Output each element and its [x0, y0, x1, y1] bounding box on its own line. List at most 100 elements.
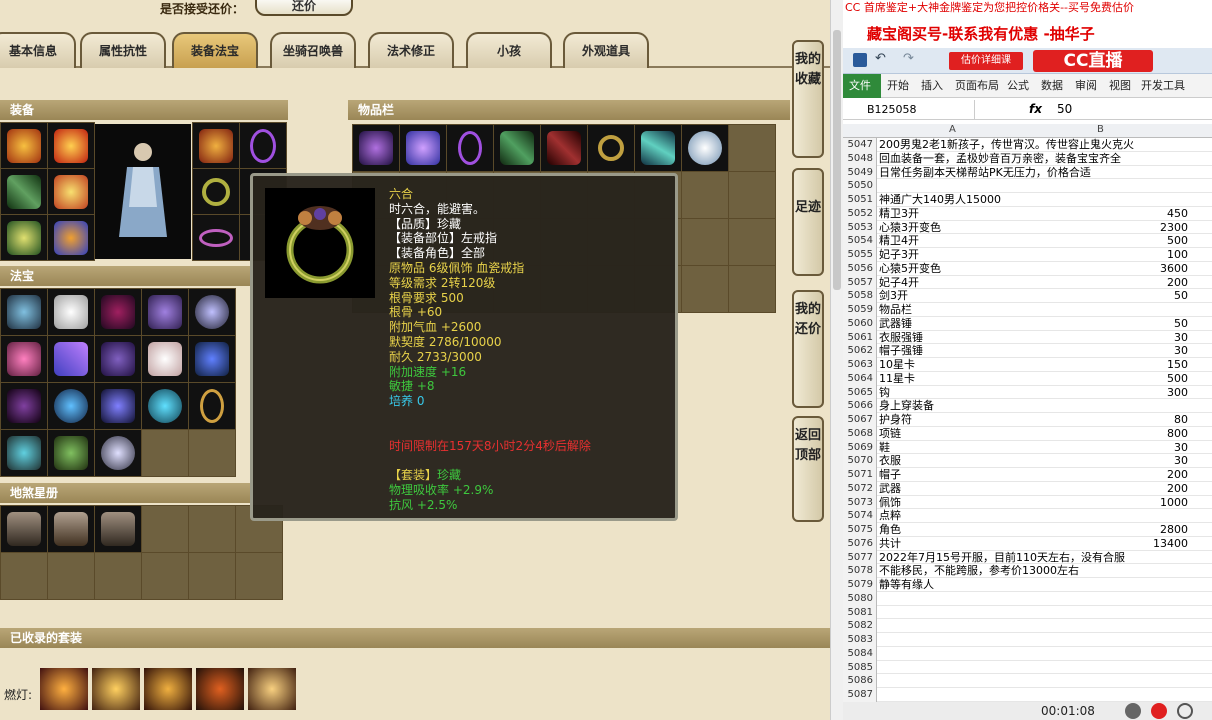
row-number[interactable]: 5049 [843, 165, 877, 180]
row-number[interactable]: 5076 [843, 536, 877, 551]
inventory-slot[interactable] [353, 125, 399, 171]
cell-a[interactable]: 点粹 [879, 509, 901, 523]
cell-a[interactable]: 项链 [879, 427, 901, 441]
sheet-row[interactable]: 5052 精卫3开 450 [843, 206, 1212, 221]
star-card-slot[interactable] [189, 553, 235, 599]
sheet-row[interactable]: 5065 钩 300 [843, 385, 1212, 400]
cell-b[interactable]: 80 [1174, 413, 1188, 427]
ribbon-tab-developer[interactable]: 开发工具 [1141, 74, 1185, 98]
star-card-slot[interactable] [189, 506, 235, 552]
sheet-row[interactable]: 5059 物品栏 [843, 303, 1212, 317]
star-card-slot[interactable] [95, 553, 141, 599]
treasure-slot[interactable] [48, 336, 94, 382]
equip-slot[interactable] [48, 169, 94, 214]
cell-a[interactable]: 护身符 [879, 413, 912, 427]
sheet-row[interactable]: 5051 神通广大140男人15000 [843, 193, 1212, 207]
ribbon-tab-view[interactable]: 视图 [1109, 74, 1131, 98]
inventory-slot[interactable] [400, 125, 446, 171]
inventory-slot[interactable] [494, 125, 540, 171]
cell-b[interactable]: 200 [1167, 482, 1188, 496]
sheet-row[interactable]: 5078 不能移民，不能跨服，参考价13000左右 [843, 564, 1212, 578]
pause-icon[interactable] [1125, 703, 1141, 719]
sheet-row[interactable]: 5074 点粹 [843, 509, 1212, 523]
sheet-row[interactable]: 5086 [843, 674, 1212, 688]
sheet-row[interactable]: 5048 回血装备一套，孟极妙音百万亲密，装备宝宝齐全 [843, 151, 1212, 166]
sheet-row[interactable]: 5061 衣服强锤 30 [843, 330, 1212, 345]
set-item-slot[interactable] [144, 668, 192, 710]
tab-spell-correction[interactable]: 法术修正 [368, 32, 454, 68]
row-number[interactable]: 5056 [843, 261, 877, 276]
treasure-slot[interactable] [48, 289, 94, 335]
treasure-slot[interactable] [48, 430, 94, 476]
row-number[interactable]: 5083 [843, 633, 877, 647]
cell-a[interactable]: 精卫3开 [879, 207, 919, 221]
row-number[interactable]: 5087 [843, 688, 877, 702]
equip-slot[interactable] [1, 123, 47, 168]
cell-b[interactable]: 2800 [1160, 523, 1188, 537]
inventory-slot[interactable] [682, 219, 728, 265]
row-number[interactable]: 5055 [843, 248, 877, 262]
tab-equipment[interactable]: 装备法宝 [172, 32, 258, 68]
row-number[interactable]: 5050 [843, 179, 877, 193]
tab-basic-info[interactable]: 基本信息 [0, 32, 76, 68]
sheet-row[interactable]: 5066 身上穿装备 [843, 399, 1212, 413]
sheet-row[interactable]: 5063 10星卡 150 [843, 358, 1212, 372]
sheet-row[interactable]: 5053 心猿3开变色 2300 [843, 220, 1212, 235]
sheet-row[interactable]: 5073 佩饰 1000 [843, 495, 1212, 510]
sheet-row[interactable]: 5071 帽子 200 [843, 468, 1212, 482]
sheet-row[interactable]: 5049 日常任务副本天梯帮站PK无压力，价格合适 [843, 165, 1212, 180]
row-number[interactable]: 5066 [843, 399, 877, 413]
equip-slot[interactable] [240, 123, 286, 168]
cell-a[interactable]: 200男鬼2老1新孩子，传世宵汉。传世容止鬼火克火 [879, 138, 1134, 152]
row-number[interactable]: 5062 [843, 344, 877, 358]
row-number[interactable]: 5063 [843, 358, 877, 372]
set-item-slot[interactable] [196, 668, 244, 710]
sheet-row[interactable]: 5050 [843, 179, 1212, 193]
row-number[interactable]: 5086 [843, 674, 877, 688]
row-number[interactable]: 5068 [843, 426, 877, 441]
sheet-row[interactable]: 5083 [843, 633, 1212, 647]
sheet-row[interactable]: 5082 [843, 619, 1212, 633]
ribbon-tab-file[interactable]: 文件 [843, 74, 881, 98]
cell-b[interactable]: 200 [1167, 276, 1188, 290]
cell-a[interactable]: 日常任务副本天梯帮站PK无压力，价格合适 [879, 166, 1091, 180]
inventory-slot[interactable] [729, 266, 775, 312]
treasure-slot[interactable] [1, 289, 47, 335]
sheet-row[interactable]: 5080 [843, 591, 1212, 606]
equip-slot[interactable] [193, 215, 239, 260]
sheet-row[interactable]: 5054 精卫4开 500 [843, 234, 1212, 248]
treasure-slot[interactable] [189, 383, 235, 429]
cell-a[interactable]: 身上穿装备 [879, 399, 934, 413]
sheet-row[interactable]: 5047 200男鬼2老1新孩子，传世宵汉。传世容止鬼火克火 [843, 138, 1212, 152]
scrollbar-thumb[interactable] [833, 30, 841, 290]
sheet-row[interactable]: 5087 [843, 688, 1212, 702]
ribbon-tab-insert[interactable]: 插入 [921, 74, 943, 98]
vertical-scrollbar[interactable] [830, 0, 843, 720]
row-number[interactable]: 5060 [843, 316, 877, 331]
cell-b[interactable]: 100 [1167, 248, 1188, 262]
row-number[interactable]: 5084 [843, 646, 877, 661]
sheet-row[interactable]: 5075 角色 2800 [843, 523, 1212, 537]
treasure-slot[interactable] [95, 383, 141, 429]
row-number[interactable]: 5053 [843, 220, 877, 235]
inventory-slot[interactable] [588, 125, 634, 171]
cell-a[interactable]: 钩 [879, 386, 890, 400]
inventory-slot[interactable] [729, 172, 775, 218]
cell-a[interactable]: 妃子3开 [879, 248, 919, 262]
treasure-slot[interactable] [189, 430, 235, 476]
row-number[interactable]: 5059 [843, 303, 877, 317]
inventory-slot[interactable] [635, 125, 681, 171]
equip-slot[interactable] [1, 169, 47, 214]
equip-slot[interactable] [193, 123, 239, 168]
set-item-slot[interactable] [40, 668, 88, 710]
inventory-slot[interactable] [682, 266, 728, 312]
sheet-row[interactable]: 5070 衣服 30 [843, 454, 1212, 468]
cell-a[interactable]: 心猿5开变色 [879, 262, 941, 276]
inventory-slot[interactable] [682, 125, 728, 171]
row-number[interactable]: 5085 [843, 660, 877, 675]
cell-a[interactable]: 2022年7月15号开服，目前110天左右，没有合服 [879, 551, 1125, 565]
cell-b[interactable]: 30 [1174, 331, 1188, 345]
cell-a[interactable]: 不能移民，不能跨服，参考价13000左右 [879, 564, 1079, 578]
treasure-slot[interactable] [1, 430, 47, 476]
cell-a[interactable]: 静等有缘人 [879, 578, 934, 592]
